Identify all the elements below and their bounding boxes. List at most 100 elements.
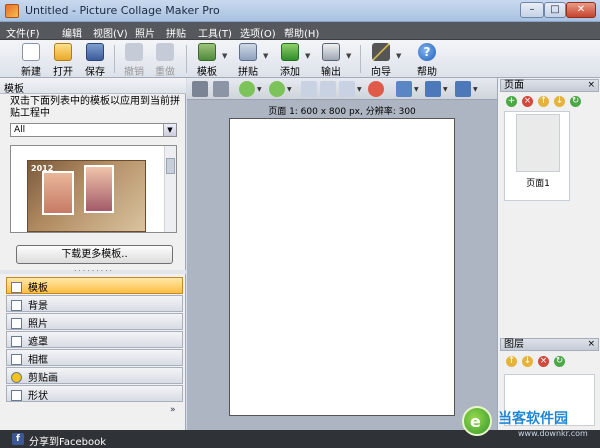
save-button[interactable]: 保存 <box>82 43 108 78</box>
distribute-icon[interactable] <box>425 81 441 97</box>
toolbar-separator <box>360 45 361 73</box>
align-dropdown-icon[interactable]: ▼ <box>414 86 419 93</box>
collage-button[interactable]: 拼贴 ▼ <box>235 43 268 78</box>
menu-photo[interactable]: 照片 <box>135 25 155 40</box>
new-button[interactable]: 新建 <box>18 43 44 78</box>
facebook-icon[interactable]: f <box>12 433 24 445</box>
category-label: 照片 <box>28 319 48 330</box>
toolbar-separator <box>186 45 187 73</box>
open-button[interactable]: 打开 <box>50 43 76 78</box>
move-up-dropdown-icon[interactable]: ▼ <box>257 86 262 93</box>
more-categories-button[interactable]: » <box>170 405 176 415</box>
add-button[interactable]: 添加 ▼ <box>277 43 310 78</box>
wizard-icon <box>372 43 390 61</box>
pages-panel-title: 页面 <box>504 80 524 91</box>
thumbnail-photo <box>84 165 114 213</box>
panel-splitter[interactable]: · · · · · · · · · <box>0 268 186 275</box>
shape-icon <box>11 390 22 401</box>
template-list-scrollbar[interactable] <box>164 146 176 232</box>
delete-page-icon[interactable]: × <box>522 96 533 107</box>
menu-help[interactable]: 帮助(H) <box>284 25 319 40</box>
minimize-button[interactable]: – <box>520 2 544 18</box>
pages-panel-close-button[interactable]: × <box>587 80 595 91</box>
template-button[interactable]: 模板 ▼ <box>194 43 227 78</box>
category-label: 相框 <box>28 355 48 366</box>
watermark-url: www.downkr.com <box>518 429 588 438</box>
collage-icon <box>239 43 257 61</box>
template-dropdown-icon[interactable]: ▼ <box>222 52 227 60</box>
move-up-icon[interactable] <box>239 81 255 97</box>
category-photos[interactable]: 照片 <box>6 313 183 330</box>
undo-button[interactable]: 撤销 <box>121 43 147 78</box>
save-icon <box>86 43 104 61</box>
help-label: 帮助 <box>417 67 437 78</box>
add-label: 添加 <box>280 67 300 78</box>
align-icon[interactable] <box>396 81 412 97</box>
move-page-down-icon[interactable]: ↓ <box>554 96 565 107</box>
layer-down-icon[interactable]: ↓ <box>522 356 533 367</box>
redo-button[interactable]: 重做 <box>152 43 178 78</box>
flip-dropdown-icon[interactable]: ▼ <box>357 86 362 93</box>
close-button[interactable]: ✕ <box>566 2 596 18</box>
layers-panel-close-button[interactable]: × <box>587 339 595 350</box>
menu-file[interactable]: 文件(F) <box>6 25 40 40</box>
refresh-layers-icon[interactable]: ↻ <box>554 356 565 367</box>
menu-tools[interactable]: 工具(T) <box>198 25 232 40</box>
pages-list[interactable]: 页面1 <box>504 111 570 201</box>
download-more-templates-button[interactable]: 下载更多模板.. <box>16 245 173 264</box>
select-tool-icon[interactable] <box>192 81 208 97</box>
maximize-button[interactable]: □ <box>544 2 566 18</box>
add-page-icon[interactable]: + <box>506 96 517 107</box>
menu-collage[interactable]: 拼贴 <box>166 25 186 40</box>
collage-dropdown-icon[interactable]: ▼ <box>263 52 268 60</box>
category-masks[interactable]: 遮罩 <box>6 331 183 348</box>
resize-dropdown-icon[interactable]: ▼ <box>473 86 478 93</box>
delete-layer-icon[interactable]: × <box>538 356 549 367</box>
rotate-right-icon[interactable] <box>320 81 336 97</box>
page-thumbnail[interactable] <box>516 114 560 172</box>
wizard-button[interactable]: 向导 ▼ <box>368 43 401 78</box>
category-shapes[interactable]: 形状 <box>6 385 183 402</box>
layer-up-icon[interactable]: ↑ <box>506 356 517 367</box>
output-dropdown-icon[interactable]: ▼ <box>346 52 351 60</box>
left-panel-header: 模板 <box>0 78 186 95</box>
toolbar-separator <box>114 45 115 73</box>
wizard-dropdown-icon[interactable]: ▼ <box>396 52 401 60</box>
menu-edit[interactable]: 编辑 <box>62 25 82 40</box>
collage-page-canvas[interactable] <box>229 118 455 416</box>
open-icon <box>54 43 72 61</box>
refresh-pages-icon[interactable]: ↻ <box>570 96 581 107</box>
delete-icon[interactable] <box>368 81 384 97</box>
template-thumbnail[interactable]: 2012 <box>27 160 146 232</box>
menu-options[interactable]: 选项(O) <box>240 25 276 40</box>
category-templates[interactable]: 模板 <box>6 277 183 294</box>
watermark: e 当客软件园 www.downkr.com <box>462 402 598 446</box>
category-label: 模板 <box>28 283 48 294</box>
title-bar: Untitled - Picture Collage Maker Pro – □… <box>0 0 600 22</box>
flip-icon[interactable] <box>339 81 355 97</box>
category-list: 模板 背景 照片 遮罩 相框 剪贴画 形状 <box>6 277 183 403</box>
move-down-icon[interactable] <box>269 81 285 97</box>
scrollbar-thumb[interactable] <box>166 158 175 174</box>
category-frames[interactable]: 相框 <box>6 349 183 366</box>
open-label: 打开 <box>53 67 73 78</box>
output-button[interactable]: 输出 ▼ <box>318 43 351 78</box>
move-down-dropdown-icon[interactable]: ▼ <box>287 86 292 93</box>
move-page-up-icon[interactable]: ↑ <box>538 96 549 107</box>
add-dropdown-icon[interactable]: ▼ <box>305 52 310 60</box>
resize-icon[interactable] <box>455 81 471 97</box>
chevron-down-icon[interactable]: ▼ <box>163 124 176 136</box>
menu-bar: 文件(F) 编辑 视图(V) 照片 拼贴 工具(T) 选项(O) 帮助(H) <box>0 22 600 40</box>
help-button[interactable]: ? 帮助 <box>414 43 440 78</box>
crop-icon[interactable] <box>213 81 229 97</box>
rotate-left-icon[interactable] <box>301 81 317 97</box>
template-list[interactable]: 2012 <box>10 145 177 233</box>
category-clipart[interactable]: 剪贴画 <box>6 367 183 384</box>
category-label: 剪贴画 <box>28 373 58 384</box>
share-facebook-link[interactable]: 分享到Facebook <box>29 433 106 448</box>
distribute-dropdown-icon[interactable]: ▼ <box>443 86 448 93</box>
layers-panel-header: 图层 × <box>500 338 599 351</box>
template-filter-select[interactable]: All ▼ <box>10 123 177 137</box>
menu-view[interactable]: 视图(V) <box>93 25 128 40</box>
category-backgrounds[interactable]: 背景 <box>6 295 183 312</box>
